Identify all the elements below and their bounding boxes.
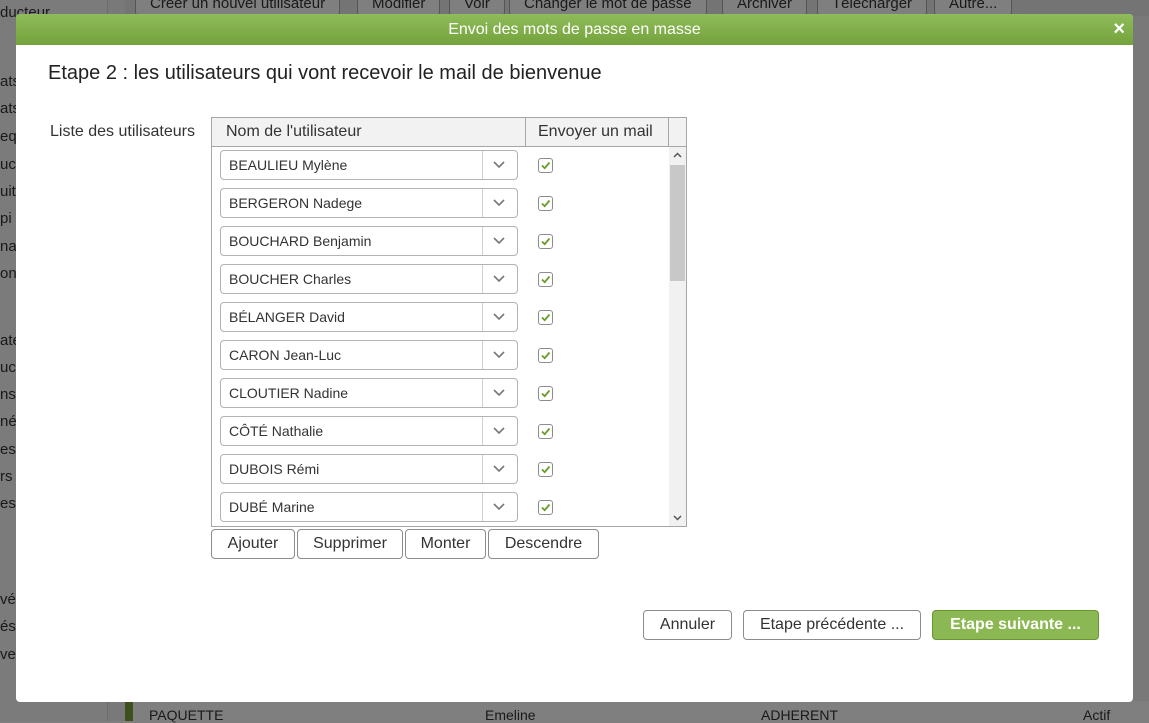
user-select-value: BOUCHARD Benjamin <box>229 233 372 249</box>
table-row: CLOUTIER Nadine <box>212 375 668 413</box>
send-mail-checkbox[interactable] <box>538 424 553 439</box>
previous-step-button[interactable]: Etape précédente ... <box>743 610 921 640</box>
user-select-value: CARON Jean-Luc <box>229 347 342 363</box>
chevron-down-icon[interactable] <box>482 265 517 293</box>
column-header-username[interactable]: Nom de l'utilisateur <box>212 118 526 146</box>
chevron-down-icon[interactable] <box>482 341 517 369</box>
user-select-value: DUBÉ Marine <box>229 499 315 515</box>
send-mail-checkbox[interactable] <box>538 196 553 211</box>
table-row: BOUCHER Charles <box>212 261 668 299</box>
remove-button[interactable]: Supprimer <box>297 529 403 559</box>
scroll-up-icon[interactable] <box>669 147 686 164</box>
dialog-header: Envoi des mots de passe en masse <box>16 14 1133 45</box>
column-header-send-mail[interactable]: Envoyer un mail <box>527 118 669 146</box>
send-mail-checkbox[interactable] <box>538 234 553 249</box>
send-mail-checkbox[interactable] <box>538 272 553 287</box>
send-mail-checkbox[interactable] <box>538 310 553 325</box>
chevron-down-icon[interactable] <box>482 189 517 217</box>
user-select[interactable]: CLOUTIER Nadine <box>220 378 518 408</box>
table-row: CÔTÉ Nathalie <box>212 413 668 451</box>
chevron-down-icon[interactable] <box>482 379 517 407</box>
table-row: CARON Jean-Luc <box>212 337 668 375</box>
cancel-button[interactable]: Annuler <box>643 610 732 640</box>
chevron-down-icon[interactable] <box>482 151 517 179</box>
table-row: DUBÉ Marine <box>212 489 668 526</box>
user-list-label: Liste des utilisateurs <box>50 123 195 140</box>
user-select-value: BEAULIEU Mylène <box>229 157 348 173</box>
chevron-down-icon[interactable] <box>482 493 517 521</box>
user-select[interactable]: BOUCHER Charles <box>220 264 518 294</box>
chevron-down-icon[interactable] <box>482 455 517 483</box>
chevron-down-icon[interactable] <box>482 417 517 445</box>
next-step-button[interactable]: Etape suivante ... <box>932 610 1099 640</box>
scroll-down-icon[interactable] <box>669 509 686 526</box>
move-down-button[interactable]: Descendre <box>488 529 599 559</box>
table-row: BOUCHARD Benjamin <box>212 223 668 261</box>
move-up-button[interactable]: Monter <box>405 529 486 559</box>
grid-body: BEAULIEU Mylène BERGERON Nadege BOUCHARD B… <box>212 147 668 526</box>
user-select-value: BOUCHER Charles <box>229 271 352 287</box>
step-title: Etape 2 : les utilisateurs qui vont rece… <box>48 62 602 84</box>
user-select-value: BÉLANGER David <box>229 309 345 325</box>
table-row: BÉLANGER David <box>212 299 668 337</box>
dialog-title: Envoi des mots de passe en masse <box>448 21 701 38</box>
send-mail-checkbox[interactable] <box>538 348 553 363</box>
chevron-down-icon[interactable] <box>482 303 517 331</box>
grid-header: Nom de l'utilisateur Envoyer un mail <box>212 118 686 147</box>
table-row: BEAULIEU Mylène <box>212 147 668 185</box>
user-select[interactable]: CÔTÉ Nathalie <box>220 416 518 446</box>
user-select[interactable]: BERGERON Nadege <box>220 188 518 218</box>
user-select[interactable]: BEAULIEU Mylène <box>220 150 518 180</box>
send-mail-checkbox[interactable] <box>538 500 553 515</box>
chevron-down-icon[interactable] <box>482 227 517 255</box>
user-select-value: CÔTÉ Nathalie <box>229 423 324 439</box>
table-row: BERGERON Nadege <box>212 185 668 223</box>
user-select-value: BERGERON Nadege <box>229 195 363 211</box>
user-select-value: CLOUTIER Nadine <box>229 385 349 401</box>
send-mail-checkbox[interactable] <box>538 158 553 173</box>
user-select[interactable]: BOUCHARD Benjamin <box>220 226 518 256</box>
table-row: DUBOIS Rémi <box>212 451 668 489</box>
scrollbar-thumb[interactable] <box>670 165 685 281</box>
user-select[interactable]: DUBÉ Marine <box>220 492 518 522</box>
user-select[interactable]: DUBOIS Rémi <box>220 454 518 484</box>
close-icon[interactable]: × <box>1113 14 1125 45</box>
user-select-value: DUBOIS Rémi <box>229 461 320 477</box>
add-button[interactable]: Ajouter <box>211 529 295 559</box>
user-select[interactable]: BÉLANGER David <box>220 302 518 332</box>
send-mail-checkbox[interactable] <box>538 386 553 401</box>
send-mail-checkbox[interactable] <box>538 462 553 477</box>
user-grid: Nom de l'utilisateur Envoyer un mail BEA… <box>211 117 687 527</box>
mass-password-dialog: Envoi des mots de passe en masse × Etape… <box>16 14 1133 702</box>
grid-scrollbar[interactable] <box>669 147 686 526</box>
user-select[interactable]: CARON Jean-Luc <box>220 340 518 370</box>
